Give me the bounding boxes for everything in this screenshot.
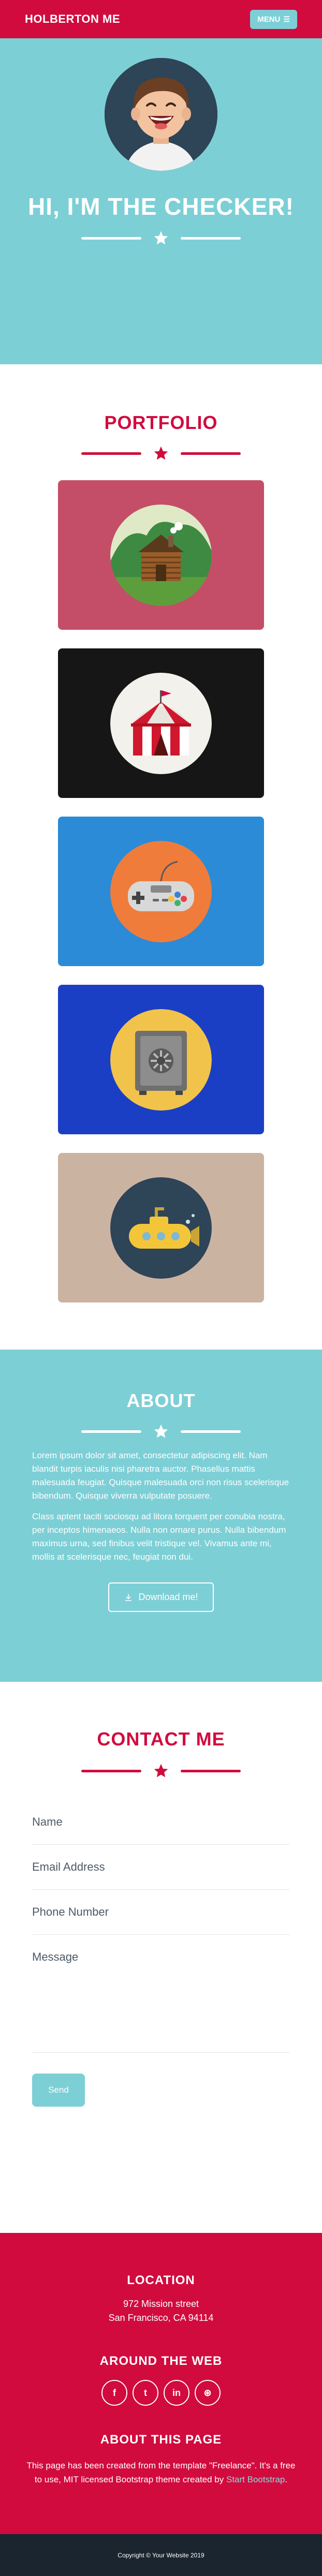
- portfolio-grid: [58, 480, 264, 1302]
- bars-icon: ☰: [283, 15, 290, 23]
- address: 972 Mission street San Francisco, CA 941…: [109, 2297, 214, 2325]
- contact-form: Name Email Address Phone Number Message …: [32, 1800, 290, 2107]
- cabin-icon: [110, 504, 212, 606]
- email-field[interactable]: Email Address: [32, 1845, 290, 1890]
- portfolio-item-circus[interactable]: [58, 648, 264, 798]
- masthead: HI, I'M THE CHECKER!: [0, 38, 322, 364]
- star-icon: [154, 1424, 168, 1438]
- social-links: f t in ⊛: [101, 2380, 221, 2406]
- star-icon: [154, 446, 168, 460]
- contact-title: CONTACT ME: [97, 1728, 225, 1750]
- footer: LOCATION 972 Mission street San Francisc…: [0, 2233, 322, 2534]
- phone-field[interactable]: Phone Number: [32, 1890, 290, 1935]
- divider-line: [181, 1430, 241, 1433]
- divider-line: [81, 236, 141, 240]
- about-section: ABOUT Lorem ipsum dolor sit amet, consec…: [0, 1350, 322, 1682]
- download-label: Download me!: [138, 1592, 198, 1602]
- about-page-text: This page has been created from the temp…: [26, 2459, 296, 2486]
- send-button[interactable]: Send: [32, 2074, 85, 2107]
- download-button[interactable]: Download me!: [108, 1582, 214, 1612]
- name-field[interactable]: Name: [32, 1800, 290, 1845]
- address-line-2: San Francisco, CA 94114: [108, 2313, 214, 2323]
- around-title: AROUND THE WEB: [99, 2354, 223, 2368]
- portfolio-title: PORTFOLIO: [104, 412, 218, 433]
- game-controller-icon: [110, 840, 212, 942]
- linkedin-icon[interactable]: in: [164, 2380, 189, 2406]
- divider-line: [81, 452, 141, 455]
- divider-line: [81, 1769, 141, 1772]
- contact-section: CONTACT ME Name Email Address Phone Numb…: [0, 1682, 322, 2233]
- location-title: LOCATION: [127, 2273, 195, 2287]
- address-line-1: 972 Mission street: [123, 2299, 199, 2309]
- divider-line: [181, 1769, 241, 1772]
- about-page-text-end: .: [285, 2475, 288, 2484]
- safe-icon: [110, 1009, 212, 1111]
- navbar: HOLBERTON ME MENU ☰: [0, 0, 322, 38]
- portfolio-item-cabin[interactable]: [58, 480, 264, 630]
- brand-link[interactable]: HOLBERTON ME: [25, 12, 120, 26]
- portfolio-divider: [81, 445, 241, 462]
- message-field[interactable]: Message: [32, 1935, 290, 2053]
- about-page-title: ABOUT THIS PAGE: [100, 2433, 222, 2447]
- menu-label: MENU: [257, 14, 281, 24]
- copyright-bar: Copyright © Your Website 2019: [0, 2534, 322, 2576]
- about-paragraph-2: Class aptent taciti sociosqu ad litora t…: [32, 1512, 286, 1562]
- divider-line: [181, 452, 241, 455]
- portfolio-section: PORTFOLIO: [0, 364, 322, 1350]
- portfolio-item-safe[interactable]: [58, 985, 264, 1134]
- download-icon: [125, 1593, 132, 1601]
- copyright-text: Copyright © Your Website 2019: [118, 2551, 204, 2559]
- masthead-title: HI, I'M THE CHECKER!: [28, 193, 294, 220]
- twitter-icon[interactable]: t: [133, 2380, 158, 2406]
- contact-divider: [81, 1763, 241, 1779]
- divider-line: [81, 1430, 141, 1433]
- about-paragraph-1: Lorem ipsum dolor sit amet, consectetur …: [32, 1450, 289, 1501]
- masthead-divider: [81, 230, 241, 246]
- star-icon: [154, 1764, 168, 1778]
- dribbble-icon[interactable]: ⊛: [195, 2380, 221, 2406]
- portfolio-item-game-controller[interactable]: [58, 817, 264, 966]
- portfolio-item-submarine[interactable]: [58, 1153, 264, 1302]
- about-divider: [81, 1423, 241, 1440]
- menu-button[interactable]: MENU ☰: [250, 9, 297, 29]
- facebook-icon[interactable]: f: [101, 2380, 127, 2406]
- about-title: ABOUT: [126, 1390, 196, 1411]
- divider-line: [181, 236, 241, 240]
- start-bootstrap-link[interactable]: Start Bootstrap: [226, 2475, 285, 2484]
- submarine-icon: [110, 1177, 212, 1279]
- circus-icon: [110, 672, 212, 774]
- star-icon: [154, 231, 168, 245]
- avatar: [105, 58, 217, 171]
